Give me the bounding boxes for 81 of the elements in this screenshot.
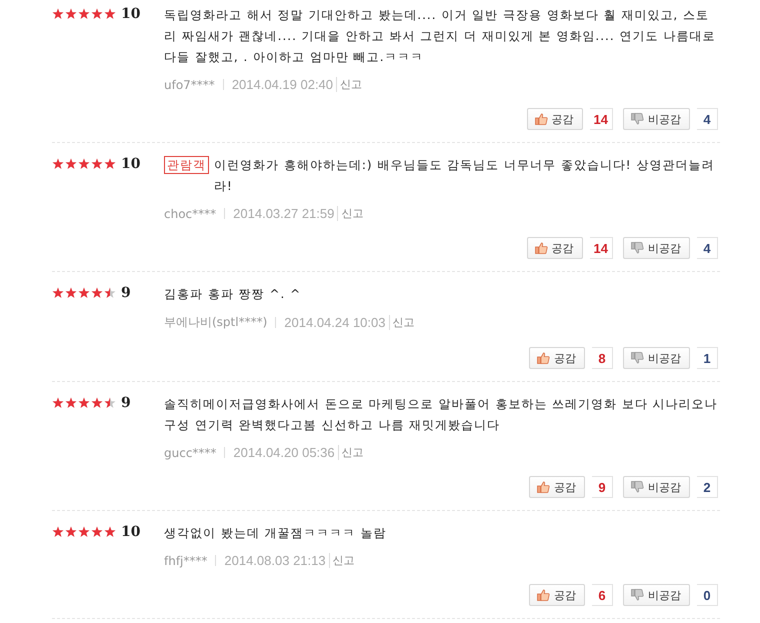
review-date: 2014.03.27 21:59 bbox=[233, 206, 334, 221]
star-icon bbox=[104, 287, 116, 299]
like-count: 9 bbox=[592, 476, 613, 498]
like-button[interactable]: 공감 bbox=[529, 584, 585, 606]
dislike-button[interactable]: 비공감 bbox=[623, 108, 690, 130]
thumbs-down-icon bbox=[631, 352, 644, 364]
thumbs-down-icon bbox=[631, 242, 644, 254]
star-icon bbox=[65, 287, 77, 299]
review-date: 2014.08.03 21:13 bbox=[224, 553, 326, 568]
star-icon bbox=[52, 397, 64, 409]
star-icon bbox=[52, 8, 64, 20]
dislike-count: 4 bbox=[697, 108, 718, 130]
star-icon bbox=[78, 287, 90, 299]
review-body: 김홍파 홍파 짱짱 ^. ^ bbox=[164, 286, 302, 303]
report-link[interactable]: 신고 bbox=[336, 77, 362, 92]
star-icon bbox=[91, 287, 103, 299]
like-button[interactable]: 공감 bbox=[529, 476, 585, 498]
thumbs-up-icon bbox=[537, 481, 550, 493]
viewer-tag: 관람객 bbox=[164, 156, 209, 174]
star-icon bbox=[78, 158, 90, 170]
review-date: 2014.04.20 05:36 bbox=[233, 445, 335, 460]
author-name: ufo7**** bbox=[164, 78, 215, 92]
dislike-count: 0 bbox=[697, 584, 718, 606]
star-icon bbox=[104, 158, 116, 170]
star-icon bbox=[65, 526, 77, 538]
star-icon bbox=[104, 8, 116, 20]
author-name: 부에나비(sptl****) bbox=[164, 314, 268, 331]
dislike-count: 4 bbox=[697, 237, 718, 259]
dislike-button[interactable]: 비공감 bbox=[623, 347, 690, 369]
review-body: 이런영화가 흥해야하는데:) 배우님들도 감독님도 너무너무 좋았습니다! 상영관더늘려라! bbox=[214, 157, 716, 195]
like-count: 6 bbox=[592, 584, 613, 606]
review-body: 생각없이 봤는데 개꿀잼ㅋㅋㅋㅋ 놀람 bbox=[164, 525, 386, 542]
dislike-count: 2 bbox=[697, 476, 718, 498]
rating-score: 10 bbox=[121, 6, 140, 22]
star-icon bbox=[104, 526, 116, 538]
star-icon bbox=[78, 8, 90, 20]
dislike-button[interactable]: 비공감 bbox=[623, 584, 690, 606]
star-icon bbox=[91, 8, 103, 20]
rating-score: 9 bbox=[121, 285, 131, 301]
star-icon bbox=[78, 397, 90, 409]
rating-score: 9 bbox=[121, 395, 131, 411]
rating-score: 10 bbox=[121, 156, 140, 172]
author-name: choc**** bbox=[164, 206, 216, 220]
report-link[interactable]: 신고 bbox=[388, 315, 414, 330]
star-icon bbox=[65, 397, 77, 409]
like-button[interactable]: 공감 bbox=[526, 237, 583, 259]
thumbs-down-icon bbox=[631, 481, 644, 493]
thumbs-up-icon bbox=[537, 589, 550, 601]
author-name: gucc**** bbox=[164, 446, 216, 460]
report-link[interactable]: 신고 bbox=[338, 445, 364, 460]
thumbs-down-icon bbox=[631, 113, 644, 125]
star-icon bbox=[91, 526, 103, 538]
like-count: 8 bbox=[592, 347, 613, 369]
report-link[interactable]: 신고 bbox=[328, 553, 355, 568]
star-icon bbox=[52, 526, 64, 538]
dislike-count: 1 bbox=[697, 347, 718, 369]
thumbs-down-icon bbox=[631, 589, 644, 601]
like-button[interactable]: 공감 bbox=[529, 347, 585, 369]
rating-score: 10 bbox=[121, 524, 140, 540]
star-icon bbox=[65, 158, 77, 170]
author-name: fhfj**** bbox=[164, 554, 208, 568]
star-icon bbox=[65, 8, 77, 20]
report-link[interactable]: 신고 bbox=[337, 206, 364, 221]
thumbs-up-icon bbox=[537, 352, 550, 364]
star-icon bbox=[91, 397, 103, 409]
star-icon bbox=[104, 397, 116, 409]
like-count: 14 bbox=[590, 108, 613, 130]
like-count: 14 bbox=[590, 237, 613, 259]
review-date: 2014.04.24 10:03 bbox=[284, 315, 386, 330]
star-icon bbox=[52, 158, 64, 170]
star-icon bbox=[78, 526, 90, 538]
review-body: 독립영화라고 해서 정말 기대안하고 봤는데.... 이거 일반 극장용 영화보다 훨 재미있고, 스토리 짜임새가 괜찮네.... 기대을 안하고 봐서 그런지 더 재미있게 본 영화임.... 연기도 나름대로 다들 잘했고, . 아이하고 엄마만 빼고.ㅋㅋㅋ bbox=[164, 7, 716, 66]
star-icon bbox=[52, 287, 64, 299]
star-icon bbox=[91, 158, 103, 170]
thumbs-up-icon bbox=[534, 113, 548, 125]
dislike-button[interactable]: 비공감 bbox=[623, 237, 690, 259]
review-body: 솔직히메이저급영화사에서 돈으로 마케팅으로 알바풀어 홍보하는 쓰레기영화 보다 시나리오나 구성 연기력 완벽했다고봄 신선하고 나름 재밋게봤습니다 bbox=[164, 396, 719, 434]
dislike-button[interactable]: 비공감 bbox=[623, 476, 690, 498]
review-date: 2014.04.19 02:40 bbox=[232, 77, 334, 92]
like-button[interactable]: 공감 bbox=[526, 108, 583, 130]
thumbs-up-icon bbox=[534, 242, 548, 254]
